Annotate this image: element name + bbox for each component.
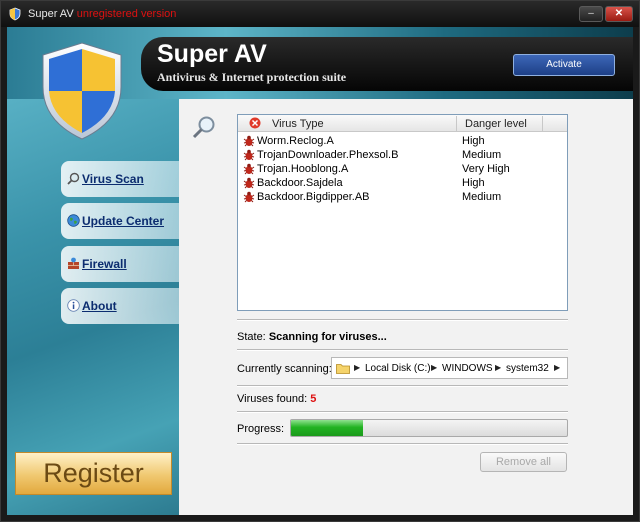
remove-all-button[interactable]: Remove all	[480, 452, 567, 472]
table-header: Virus Type Danger level	[238, 115, 567, 132]
sidebar-item-label[interactable]: Update Center	[82, 214, 164, 228]
chevron-right-icon: ▶	[354, 363, 361, 372]
unregistered-notice: unregistered version	[76, 8, 177, 20]
sidebar-item-about[interactable]: About	[61, 288, 179, 324]
bug-icon	[243, 149, 255, 161]
chevron-right-icon: ▶	[431, 363, 438, 372]
scan-state-value: Scanning for viruses...	[268, 331, 387, 343]
virus-table[interactable]: Virus Type Danger level Worm.Reclog.A Hi…	[237, 114, 568, 311]
divider	[237, 443, 568, 445]
register-button[interactable]: Register	[15, 452, 172, 495]
scan-state: State: Scanning for viruses...	[237, 331, 387, 343]
window-title: Super AV unregistered version	[28, 8, 177, 20]
viruses-found: Viruses found: 5	[237, 393, 317, 405]
breadcrumb-item[interactable]: system32	[506, 363, 549, 374]
sidebar: Virus Scan Update Center Firewall About …	[7, 42, 179, 515]
virus-name: Backdoor.Bigdipper.AB	[257, 191, 370, 203]
table-row[interactable]: Backdoor.Sajdela High	[242, 176, 566, 190]
table-row[interactable]: TrojanDownloader.Phexsol.B Medium	[242, 148, 566, 162]
progress-bar-fill	[291, 420, 363, 436]
minimize-button[interactable]: ‒	[579, 6, 603, 22]
globe-icon	[67, 214, 80, 227]
firewall-icon	[68, 257, 79, 269]
bug-icon	[243, 191, 255, 203]
threat-icon	[249, 117, 261, 129]
bug-icon	[243, 135, 255, 147]
app-window: Super AV unregistered version ‒ ✕ Super …	[0, 0, 640, 522]
sidebar-item-update-center[interactable]: Update Center	[61, 203, 179, 239]
shield-icon	[9, 7, 21, 21]
chevron-right-icon: ▶	[554, 363, 561, 372]
column-header-danger-level[interactable]: Danger level	[465, 118, 527, 130]
header-band: Super AV Antivirus & Internet protection…	[141, 37, 633, 91]
folder-icon	[336, 364, 350, 374]
sidebar-item-virus-scan[interactable]: Virus Scan	[61, 161, 179, 197]
chevron-right-icon: ▶	[495, 363, 502, 372]
virus-name: Backdoor.Sajdela	[257, 177, 343, 189]
sidebar-item-label[interactable]: About	[82, 299, 117, 313]
magnifier-icon	[192, 116, 215, 139]
breadcrumb-item[interactable]: Local Disk (C:)	[365, 363, 431, 374]
scan-path-breadcrumb[interactable]: ▶ Local Disk (C:) ▶ WINDOWS ▶ system32 ▶	[331, 357, 568, 379]
danger-level: High	[462, 135, 485, 147]
app-subtitle: Antivirus & Internet protection suite	[157, 70, 347, 84]
currently-scanning-label: Currently scanning:	[237, 363, 332, 375]
column-header-virus-type[interactable]: Virus Type	[272, 118, 324, 130]
danger-level: Medium	[462, 149, 502, 161]
table-row[interactable]: Backdoor.Bigdipper.AB Medium	[242, 190, 566, 204]
virus-name: TrojanDownloader.Phexsol.B	[257, 149, 399, 161]
column-divider[interactable]	[456, 116, 457, 131]
divider	[237, 385, 568, 387]
breadcrumb-item[interactable]: WINDOWS	[442, 363, 493, 374]
virus-name: Worm.Reclog.A	[257, 135, 334, 147]
title-bar[interactable]: Super AV unregistered version ‒ ✕	[1, 1, 639, 27]
close-button[interactable]: ✕	[605, 6, 633, 22]
column-divider[interactable]	[542, 116, 543, 131]
danger-level: Medium	[462, 191, 502, 203]
bug-icon	[243, 177, 255, 189]
activate-button[interactable]: Activate	[513, 54, 615, 76]
divider	[237, 319, 568, 321]
shield-logo-icon	[42, 42, 122, 140]
sidebar-item-label[interactable]: Firewall	[82, 257, 127, 271]
app-title: Super AV	[157, 40, 267, 68]
danger-level: Very High	[462, 163, 510, 175]
magnifier-icon	[67, 172, 80, 185]
sidebar-item-label[interactable]: Virus Scan	[82, 172, 144, 186]
virus-name: Trojan.Hooblong.A	[257, 163, 349, 175]
info-icon	[67, 299, 80, 312]
main-panel: Virus Type Danger level Worm.Reclog.A Hi…	[179, 99, 633, 515]
progress-label: Progress:	[237, 423, 285, 435]
divider	[237, 411, 568, 413]
viruses-found-count: 5	[310, 393, 317, 405]
table-row[interactable]: Trojan.Hooblong.A Very High	[242, 162, 566, 176]
progress-bar	[290, 419, 568, 437]
danger-level: High	[462, 177, 485, 189]
sidebar-item-firewall[interactable]: Firewall	[61, 246, 179, 282]
table-row[interactable]: Worm.Reclog.A High	[242, 134, 566, 148]
divider	[237, 349, 568, 351]
bug-icon	[243, 163, 255, 175]
